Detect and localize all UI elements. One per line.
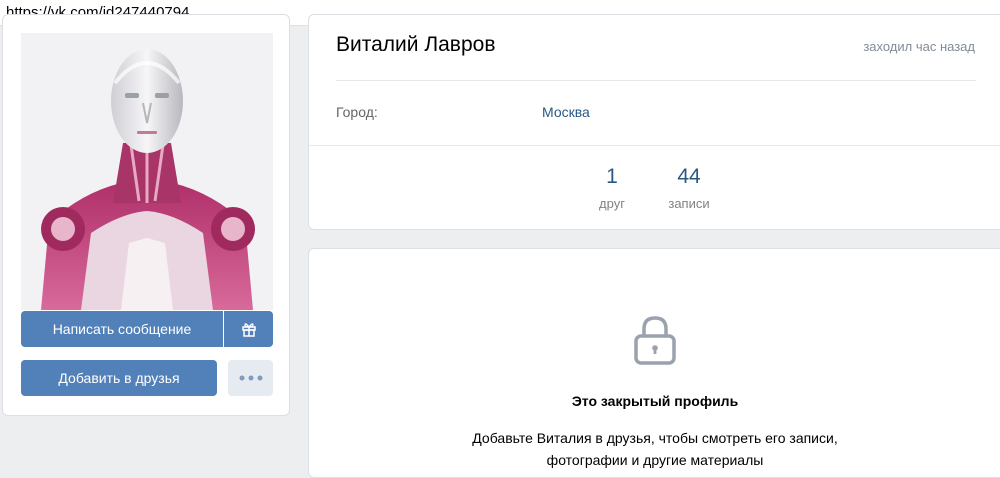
closed-profile-line1: Добавьте Виталия в друзья, чтобы смотрет…: [472, 430, 838, 446]
profile-info-card: Виталий Лавров заходил час назад Город: …: [308, 14, 1000, 230]
closed-profile-line2: фотографии и другие материалы: [546, 452, 764, 468]
profile-name: Виталий Лавров: [336, 33, 496, 56]
write-message-label: Написать сообщение: [52, 321, 192, 337]
write-message-button[interactable]: Написать сообщение: [21, 311, 223, 347]
posts-counter[interactable]: 44 записи: [649, 165, 729, 211]
more-dots-icon: [239, 375, 262, 381]
friends-counter[interactable]: 1 друг: [582, 165, 642, 211]
lock-icon: [634, 316, 676, 365]
friends-count: 1: [606, 165, 618, 188]
add-friend-label: Добавить в друзья: [58, 370, 180, 386]
gift-icon: [241, 323, 256, 337]
friends-count-label: друг: [599, 196, 625, 211]
closed-profile-card: Это закрытый профиль Добавьте Виталия в …: [308, 248, 1000, 478]
closed-profile-title: Это закрытый профиль: [571, 393, 739, 409]
city-link[interactable]: Москва: [542, 104, 590, 120]
divider: [336, 80, 976, 81]
more-actions-button[interactable]: [228, 360, 273, 396]
closed-profile-text: Добавьте Виталия в друзья, чтобы смотрет…: [309, 427, 1000, 471]
avatar-image: [21, 33, 273, 310]
city-label: Город:: [336, 104, 378, 120]
last-seen-status: заходил час назад: [863, 39, 975, 54]
add-friend-button[interactable]: Добавить в друзья: [21, 360, 217, 396]
send-gift-button[interactable]: [224, 311, 273, 347]
profile-sidebar-card: Написать сообщение Добавить в друзья: [2, 14, 290, 416]
divider: [309, 145, 1000, 146]
avatar[interactable]: [21, 33, 273, 310]
posts-count: 44: [677, 165, 701, 188]
posts-count-label: записи: [668, 196, 710, 211]
